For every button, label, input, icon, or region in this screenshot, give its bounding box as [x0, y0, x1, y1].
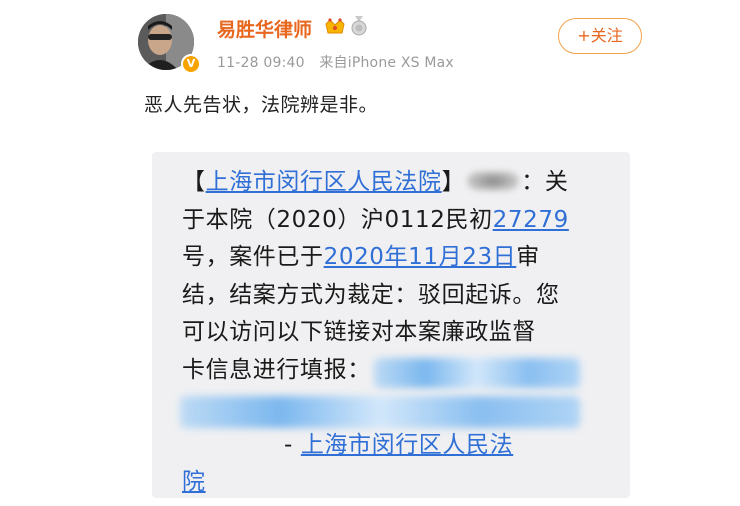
post-time: 11-28 09:40 — [217, 55, 305, 71]
sms-screenshot: 【上海市闵行区人民法院】 ：关 于本院（2020）沪0112民初27279 号，案… — [152, 152, 630, 498]
sms-line-2: 于本院（2020）沪0112民初27279 — [182, 202, 612, 240]
sms-intro-tail: ：关 — [521, 169, 569, 195]
post-header: V 易胜华律师 11-28 09:40 来自iPhone XS Max +关注 — [0, 0, 740, 80]
date-link[interactable]: 2020年11月23日 — [324, 244, 517, 270]
sms-line-9: 院 — [182, 464, 612, 502]
case-closed-prefix: 号，案件已于 — [182, 244, 324, 270]
redacted-link-2 — [180, 396, 580, 428]
court-name-link[interactable]: 上海市闵行区人民法院 — [206, 169, 442, 195]
sms-line-8: - 上海市闵行区人民法 — [182, 427, 612, 465]
sms-line-3: 号，案件已于2020年11月23日审 — [182, 239, 612, 277]
medal-icon — [351, 16, 367, 36]
signature-link[interactable]: 上海市闵行区人民法 — [301, 432, 513, 458]
signature-dash: - — [284, 431, 301, 458]
follow-button[interactable]: +关注 — [558, 18, 642, 54]
sms-message: 【上海市闵行区人民法院】 ：关 于本院（2020）沪0112民初27279 号，案… — [182, 164, 612, 502]
case-closed-suffix: 审 — [516, 244, 540, 270]
case-number-link[interactable]: 27279 — [493, 207, 569, 233]
sms-line-5: 可以访问以下链接对本案廉政监督 — [182, 319, 536, 345]
redacted-recipient — [467, 171, 520, 191]
post-source: 来自iPhone XS Max — [319, 55, 454, 71]
author-name[interactable]: 易胜华律师 — [217, 15, 312, 42]
signature-link-end[interactable]: 院 — [182, 469, 206, 495]
redacted-link-1 — [374, 358, 580, 388]
post-meta: 11-28 09:40 来自iPhone XS Max — [217, 52, 464, 72]
post-text: 恶人先告状，法院辨是非。 — [144, 94, 379, 116]
verified-badge-icon: V — [181, 54, 201, 74]
sms-line-4: 结，结案方式为裁定：驳回起诉。您 — [182, 281, 560, 308]
case-prefix: 于本院（2020）沪0112民初 — [182, 206, 493, 233]
crown-icon — [325, 18, 345, 34]
sms-line-1: 【上海市闵行区人民法院】 ：关 — [182, 169, 569, 195]
